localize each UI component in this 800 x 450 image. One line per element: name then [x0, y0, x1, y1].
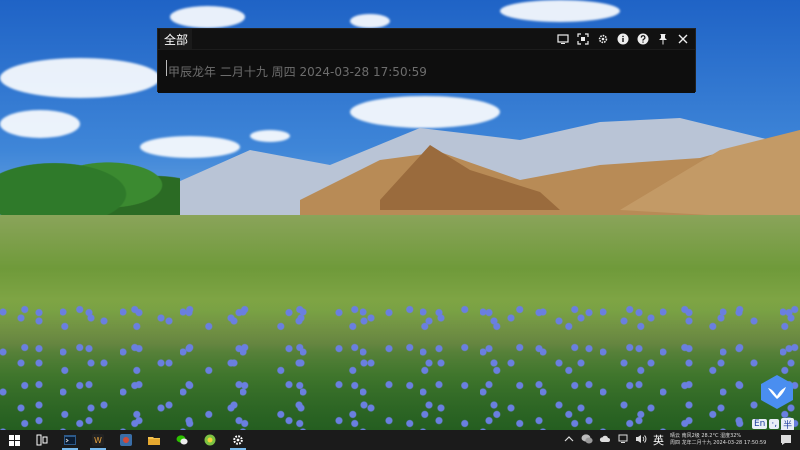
ime-indicator[interactable]: 英	[653, 432, 664, 448]
close-icon[interactable]	[676, 32, 690, 46]
taskbar-app-circle[interactable]	[196, 430, 224, 450]
volume-icon[interactable]	[635, 433, 647, 448]
tab-all[interactable]: 全部	[160, 29, 193, 49]
help-icon[interactable]	[636, 32, 650, 46]
terminal-icon	[64, 435, 76, 445]
taskbar: W 英 晴云 南风2级 28.2°C 湿度32% 周四 龙年二月十九 2024-…	[0, 430, 800, 450]
browser-icon	[120, 434, 132, 446]
window-icon[interactable]	[556, 32, 570, 46]
pin-icon[interactable]	[656, 32, 670, 46]
taskbar-app-explorer[interactable]	[140, 430, 168, 450]
taskbar-clock[interactable]: 晴云 南风2级 28.2°C 湿度32% 周四 龙年二月十九 2024-03-2…	[670, 433, 770, 447]
task-view-button[interactable]	[28, 430, 56, 450]
taskbar-app-wechat[interactable]	[168, 430, 196, 450]
network-icon[interactable]	[617, 433, 629, 448]
taskbar-app-wps[interactable]: W	[84, 430, 112, 450]
notification-icon[interactable]	[776, 430, 796, 450]
ime-status-bar[interactable]: En ·, 半	[752, 417, 795, 431]
ime-mode[interactable]: 半	[781, 417, 795, 431]
ime-lang[interactable]: En	[752, 419, 768, 429]
text-caret	[166, 60, 167, 76]
floating-bird-widget[interactable]	[759, 374, 795, 410]
taskbar-app-settings[interactable]	[224, 430, 252, 450]
settings-gear-icon	[233, 435, 243, 445]
weather-line: 晴云 南风2级 28.2°C 湿度32%	[670, 433, 742, 439]
gear-icon[interactable]	[596, 32, 610, 46]
iris-flowers	[0, 300, 800, 430]
wechat-tray-icon[interactable]	[581, 433, 593, 448]
wps-icon: W	[92, 434, 104, 446]
ime-punct[interactable]: ·,	[769, 419, 780, 429]
launcher-search-input[interactable]	[158, 57, 695, 86]
task-view-icon	[36, 434, 48, 446]
taskbar-app-terminal[interactable]	[56, 430, 84, 450]
launcher-tools	[556, 32, 695, 46]
windows-start-icon	[8, 434, 20, 446]
system-tray: 英 晴云 南风2级 28.2°C 湿度32% 周四 龙年二月十九 2024-03…	[563, 430, 800, 450]
taskbar-app-browser[interactable]	[112, 430, 140, 450]
file-explorer-icon	[148, 437, 160, 445]
cloud	[350, 14, 390, 28]
launcher-toolbar: 全部	[158, 29, 695, 49]
cloud	[170, 6, 245, 28]
launcher-search-area	[158, 49, 695, 93]
cloud-icon[interactable]	[599, 433, 611, 448]
date-line: 周四 龙年二月十九 2024-03-28 17:50:59	[670, 440, 767, 446]
wechat-icon	[176, 435, 188, 445]
app-circle-icon	[204, 434, 216, 446]
taskbar-apps: W	[0, 430, 252, 450]
cloud	[0, 58, 160, 98]
start-button[interactable]	[0, 430, 28, 450]
svg-text:W: W	[94, 436, 102, 445]
cloud	[500, 0, 620, 22]
chevron-up-icon[interactable]	[563, 434, 575, 447]
info-icon[interactable]	[616, 32, 630, 46]
quick-launcher-window: 全部	[157, 28, 696, 93]
screenshot-icon[interactable]	[576, 32, 590, 46]
